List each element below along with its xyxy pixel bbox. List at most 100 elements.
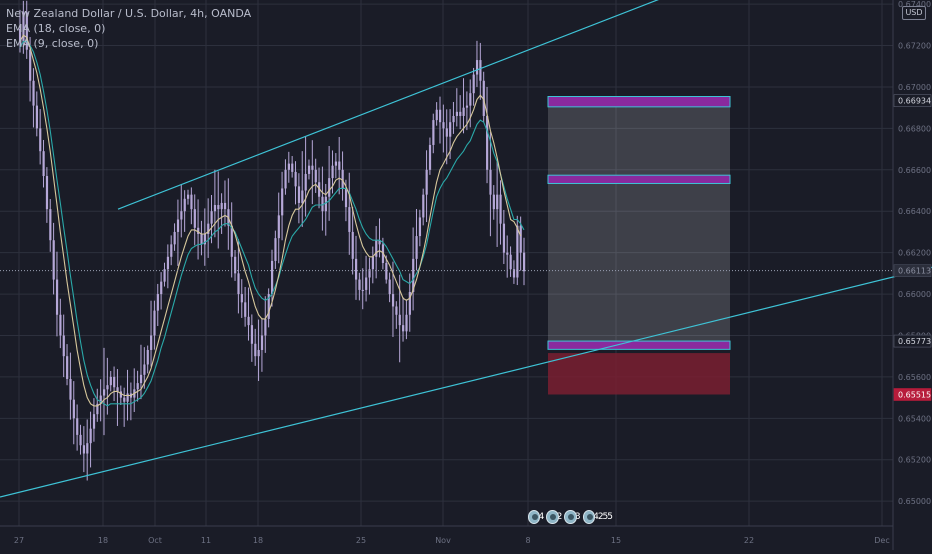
x-tick-label: 15	[611, 536, 621, 545]
candle-body	[445, 128, 448, 137]
candle-body	[277, 215, 280, 239]
candle-body	[126, 393, 129, 402]
candle-body	[123, 397, 126, 402]
candle-body	[304, 173, 307, 191]
candle-body	[455, 111, 458, 116]
candle-body	[361, 289, 364, 291]
candle-body	[311, 165, 314, 170]
candle-body	[422, 194, 425, 218]
ema-9-label[interactable]: EMA (9, close, 0)	[6, 36, 251, 51]
candle-body	[452, 115, 455, 123]
candle-body	[103, 389, 106, 396]
price-label-text: 0.66113	[898, 267, 931, 276]
candle-body	[69, 378, 72, 400]
candle-body	[160, 281, 163, 295]
entry-zone	[547, 340, 731, 350]
chart-background	[0, 0, 932, 550]
candle-body	[509, 254, 512, 270]
candle-body	[351, 231, 354, 259]
candle-body	[492, 194, 495, 210]
candle-body	[344, 188, 348, 208]
event-flag-icon[interactable]	[582, 510, 596, 524]
target-zone-middle	[547, 174, 731, 184]
candle-body	[66, 356, 69, 379]
candle-body	[469, 93, 472, 106]
candle-body	[166, 256, 170, 270]
candle-body	[271, 260, 274, 295]
symbol-title[interactable]: New Zealand Dollar / U.S. Dollar, 4h, OA…	[6, 6, 251, 21]
x-tick-label: 8	[525, 536, 530, 545]
candle-body	[150, 335, 153, 350]
candle-body	[523, 252, 526, 272]
event-flag-icon[interactable]	[546, 510, 559, 524]
ema-18-label[interactable]: EMA (18, close, 0)	[6, 21, 251, 36]
currency-badge[interactable]: USD	[902, 6, 926, 20]
candle-body	[284, 169, 287, 189]
candle-body	[405, 314, 408, 332]
candle-body	[190, 194, 193, 210]
candle-body	[39, 128, 42, 152]
candle-body	[338, 161, 341, 170]
candle-body	[153, 310, 156, 336]
candle-body	[240, 294, 243, 303]
candle-body	[59, 314, 62, 336]
candle-body	[398, 314, 401, 326]
candle-body	[479, 60, 482, 81]
candle-body	[449, 122, 452, 137]
candle-body	[62, 335, 65, 357]
candle-body	[294, 171, 297, 187]
candle-body	[291, 163, 294, 172]
candle-body	[281, 188, 284, 216]
y-tick-label: 0.65600	[898, 373, 931, 382]
candle-body	[55, 279, 59, 315]
x-tick-label: 22	[744, 536, 754, 545]
y-tick-label: 0.66200	[898, 249, 931, 258]
candle-body	[45, 176, 49, 210]
candle-body	[334, 161, 338, 166]
candle-body	[348, 207, 351, 232]
candle-body	[472, 74, 475, 94]
candle-body	[82, 445, 86, 454]
event-count: 5	[607, 512, 614, 522]
x-tick-label: Oct	[148, 536, 162, 545]
event-flag-icon[interactable]	[564, 510, 577, 524]
y-tick-label: 0.67200	[898, 42, 931, 51]
candle-body	[217, 205, 220, 210]
candle-body	[170, 244, 173, 257]
y-tick-label: 0.66400	[898, 207, 931, 216]
candle-body	[415, 236, 418, 259]
y-tick-label: 0.67000	[898, 83, 931, 92]
candle-body	[297, 186, 301, 203]
candle-body	[260, 335, 264, 350]
chart-area[interactable]: 27 18 Oct 11 18 25 Nov 8 15 22 Dec 0.65000 0.65200 0.…	[0, 0, 932, 550]
candle-body	[418, 217, 422, 237]
candle-body	[230, 225, 233, 257]
candle-body	[395, 306, 398, 315]
price-chart[interactable]: 27 18 Oct 11 18 25 Nov 8 15 22 Dec 0.65000 0.65200 0.…	[0, 0, 932, 550]
candle-body	[89, 428, 92, 444]
candle-body	[183, 198, 186, 212]
candle-body	[459, 111, 462, 116]
candle-body	[35, 105, 38, 129]
y-tick-label: 0.66800	[898, 124, 931, 133]
candle-body	[496, 194, 499, 210]
economic-events-bar[interactable]: 4 2 3 4 2 5 5	[528, 508, 614, 526]
y-tick-label: 0.65200	[898, 456, 931, 465]
candle-body	[307, 165, 311, 174]
candle-body	[264, 318, 267, 336]
candle-body	[176, 219, 180, 232]
candle-body	[136, 383, 139, 390]
candle-body	[49, 209, 52, 241]
price-label-text: 0.66934	[898, 97, 931, 106]
y-tick-label: 0.66600	[898, 166, 931, 175]
candle-body	[428, 144, 432, 170]
target-zone-upper	[547, 96, 731, 108]
candle-body	[257, 349, 260, 357]
candle-body	[442, 122, 445, 129]
candle-body	[180, 211, 183, 220]
candle-body	[42, 151, 45, 177]
candle-body	[254, 343, 257, 357]
candle-body	[187, 194, 190, 199]
candle-body	[86, 443, 89, 454]
candle-body	[388, 279, 391, 295]
